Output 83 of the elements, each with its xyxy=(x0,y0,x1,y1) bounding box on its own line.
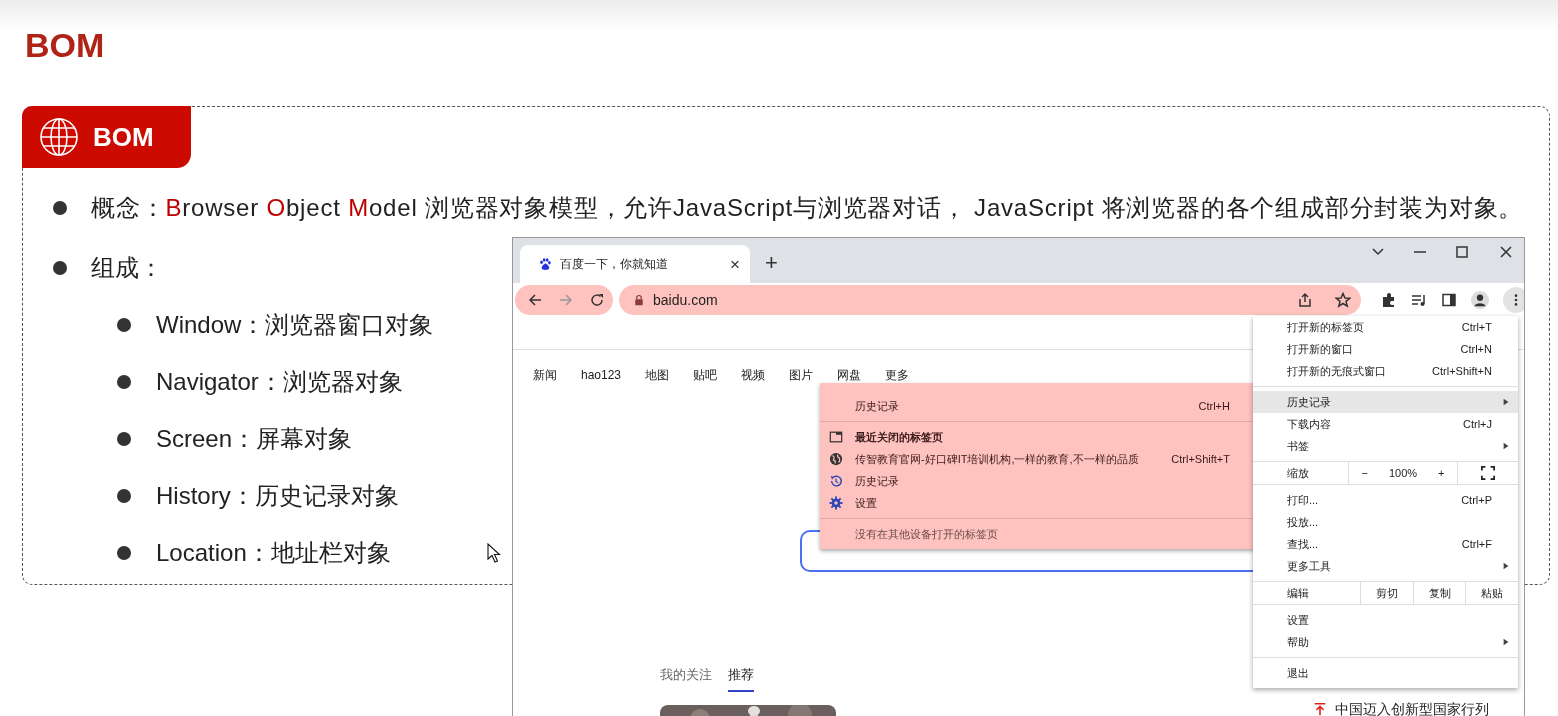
menu-item[interactable]: 传智教育官网-好口碑IT培训机构,一样的教育,不一样的品质 Ctrl+Shift+T xyxy=(820,448,1256,470)
bullet-text: Navigator：浏览器对象 xyxy=(156,367,403,397)
menu-item[interactable]: 历史记录 Ctrl+H xyxy=(820,395,1256,417)
share-icon xyxy=(1297,292,1313,308)
menu-item[interactable]: 更多工具 xyxy=(1253,555,1518,577)
menu-item[interactable]: 设置 xyxy=(1253,609,1518,631)
reload-icon xyxy=(589,292,605,308)
bullet-icon xyxy=(117,375,131,389)
submenu-arrow-icon xyxy=(1502,637,1510,647)
bullet-icon xyxy=(117,489,131,503)
bullet-text: Window：浏览器窗口对象 xyxy=(156,310,434,340)
back-icon xyxy=(527,292,543,308)
browser-tab[interactable]: 百度一下，你就知道 × xyxy=(520,245,750,283)
bullet-icon xyxy=(117,318,131,332)
bullet-text: Location：地址栏对象 xyxy=(156,538,391,568)
lock-icon xyxy=(633,294,645,306)
menu-item[interactable]: 帮助 xyxy=(1253,631,1518,653)
paw-icon xyxy=(538,257,552,271)
submenu-arrow-icon xyxy=(1502,441,1510,451)
edit-action-button[interactable]: 剪切 xyxy=(1361,582,1413,604)
sidebar-icon xyxy=(1441,292,1457,308)
tab-close-button[interactable]: × xyxy=(730,255,740,273)
nav-link[interactable]: 视频 xyxy=(741,366,766,384)
menu-item[interactable]: 查找... Ctrl+F xyxy=(1253,533,1518,555)
trend-up-icon xyxy=(1313,701,1327,716)
menu-button[interactable] xyxy=(1503,287,1524,313)
concept-text: 概念：Browser Object Model 浏览器对象模型，允许JavaScript与浏览器对话， JavaScript 将浏览器的各个组成部分封装为对象。 xyxy=(91,193,1524,223)
fullscreen-icon xyxy=(1481,466,1495,480)
slide-title: BOM xyxy=(25,25,105,66)
nav-link[interactable]: 贴吧 xyxy=(693,366,718,384)
close-icon xyxy=(1498,244,1514,260)
bullet-icon xyxy=(117,432,131,446)
menu-item[interactable]: 打开新的标签页 Ctrl+T xyxy=(1253,316,1518,338)
submenu-arrow-icon xyxy=(1502,397,1510,407)
nav-link[interactable]: 更多 xyxy=(885,366,910,384)
history-icon xyxy=(829,474,843,488)
maximize-icon xyxy=(1454,244,1470,260)
star-icon xyxy=(1335,292,1351,308)
nav-link[interactable]: 新闻 xyxy=(533,366,557,384)
section-label: BOM xyxy=(93,121,154,153)
menu-item[interactable]: 没有在其他设备打开的标签页 xyxy=(820,523,1256,545)
menu-item[interactable]: 下载内容 Ctrl+J xyxy=(1253,413,1518,435)
puzzle-icon xyxy=(1381,292,1397,308)
new-tab-button[interactable]: + xyxy=(765,252,778,274)
minimize-icon xyxy=(1414,251,1426,253)
zoom-out-button[interactable]: − xyxy=(1357,467,1372,479)
menu-item[interactable]: 设置 xyxy=(820,492,1256,514)
feed-tab[interactable]: 我的关注 xyxy=(660,666,712,692)
bullet-text: 组成： xyxy=(91,253,163,283)
menu-item[interactable]: 最近关闭的标签页 xyxy=(820,426,1256,448)
nav-link[interactable]: 网盘 xyxy=(837,366,862,384)
bullet-text: History：历史记录对象 xyxy=(156,481,399,511)
menu-item[interactable]: 退出 xyxy=(1253,662,1518,684)
zoom-in-button[interactable]: + xyxy=(1434,467,1449,479)
menu-item[interactable]: 历史记录 xyxy=(1253,391,1518,413)
bullet-icon xyxy=(117,546,131,560)
menu-item[interactable]: 历史记录 xyxy=(820,470,1256,492)
bullet-icon xyxy=(53,261,67,275)
nav-link[interactable]: 图片 xyxy=(789,366,814,384)
menu-item[interactable]: 打开新的无痕式窗口 Ctrl+Shift+N xyxy=(1253,360,1518,382)
tab-title: 百度一下，你就知道 xyxy=(560,255,669,273)
address-text: baidu.com xyxy=(653,292,719,308)
nav-link[interactable]: 地图 xyxy=(645,366,670,384)
tab-icon xyxy=(829,430,843,444)
globe-icon xyxy=(39,117,79,157)
forward-icon xyxy=(558,292,574,308)
hot-news-item[interactable]: 中国迈入创新型国家行列 xyxy=(1335,700,1489,716)
menu-item[interactable]: 书签 xyxy=(1253,435,1518,457)
bullet-text: Screen：屏幕对象 xyxy=(156,424,353,454)
zoom-value: 100% xyxy=(1388,467,1418,479)
avatar-icon xyxy=(1471,291,1489,309)
menu-item[interactable]: 投放... xyxy=(1253,511,1518,533)
menu-item[interactable]: 打印... Ctrl+P xyxy=(1253,489,1518,511)
menu-item[interactable]: 打开新的窗口 Ctrl+N xyxy=(1253,338,1518,360)
nav-link[interactable]: hao123 xyxy=(581,368,622,382)
submenu-arrow-icon xyxy=(1502,561,1510,571)
settings-icon xyxy=(829,496,843,510)
address-bar[interactable]: baidu.com xyxy=(619,285,1361,315)
bullet-icon xyxy=(53,201,67,215)
mouse-cursor-icon xyxy=(487,543,501,564)
feed-tab[interactable]: 推荐 xyxy=(728,666,754,692)
media-list-icon xyxy=(1411,292,1427,308)
globe-icon xyxy=(829,452,843,466)
